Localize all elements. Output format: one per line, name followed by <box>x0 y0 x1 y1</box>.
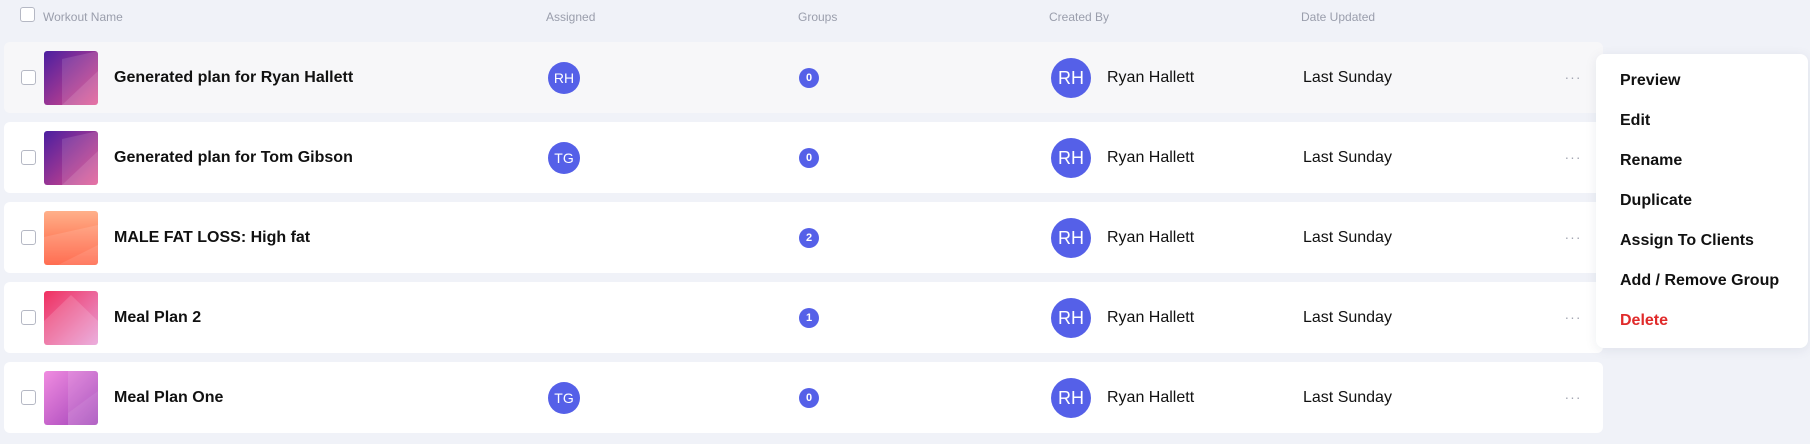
groups-count-badge: 0 <box>799 388 819 408</box>
more-options-icon[interactable]: ··· <box>1560 386 1586 408</box>
workout-name[interactable]: Generated plan for Ryan Hallett <box>114 69 353 87</box>
workout-name[interactable]: Meal Plan One <box>114 389 223 407</box>
table-row[interactable]: Meal Plan 2 1 RH Ryan Hallett Last Sunda… <box>4 282 1603 353</box>
groups-count-badge: 1 <box>799 308 819 328</box>
creator-avatar: RH <box>1051 378 1091 418</box>
date-updated: Last Sunday <box>1303 229 1392 246</box>
row-checkbox[interactable] <box>21 230 36 245</box>
table-header: Workout Name Assigned Groups Created By … <box>0 0 1810 30</box>
row-checkbox[interactable] <box>21 70 36 85</box>
date-updated: Last Sunday <box>1303 69 1392 86</box>
menu-item-assign-to-clients[interactable]: Assign To Clients <box>1620 232 1754 250</box>
table-row[interactable]: MALE FAT LOSS: High fat 2 RH Ryan Hallet… <box>4 202 1603 273</box>
creator-name: Ryan Hallett <box>1107 229 1195 246</box>
workout-name[interactable]: Meal Plan 2 <box>114 309 201 327</box>
more-options-icon[interactable]: ··· <box>1560 146 1586 168</box>
assigned-avatar[interactable]: TG <box>548 142 580 174</box>
row-actions-menu: Preview Edit Rename Duplicate Assign To … <box>1596 54 1808 348</box>
column-header-groups[interactable]: Groups <box>798 10 837 24</box>
creator-name: Ryan Hallett <box>1107 149 1195 166</box>
creator-name: Ryan Hallett <box>1107 389 1195 406</box>
workout-name[interactable]: Generated plan for Tom Gibson <box>114 149 353 167</box>
column-header-workout-name[interactable]: Workout Name <box>43 10 123 24</box>
creator-avatar: RH <box>1051 58 1091 98</box>
column-header-assigned[interactable]: Assigned <box>546 10 595 24</box>
workout-thumbnail <box>44 211 98 265</box>
creator-name: Ryan Hallett <box>1107 69 1195 86</box>
column-header-date-updated[interactable]: Date Updated <box>1301 10 1375 24</box>
creator-avatar: RH <box>1051 298 1091 338</box>
row-checkbox[interactable] <box>21 310 36 325</box>
workout-thumbnail <box>44 291 98 345</box>
menu-item-rename[interactable]: Rename <box>1620 152 1682 170</box>
groups-count-badge: 0 <box>799 148 819 168</box>
menu-item-edit[interactable]: Edit <box>1620 112 1650 130</box>
table-row[interactable]: Meal Plan One TG 0 RH Ryan Hallett Last … <box>4 362 1603 433</box>
date-updated: Last Sunday <box>1303 309 1392 326</box>
assigned-avatar[interactable]: TG <box>548 382 580 414</box>
more-options-icon[interactable]: ··· <box>1560 66 1586 88</box>
more-options-icon[interactable]: ··· <box>1560 306 1586 328</box>
workout-thumbnail <box>44 131 98 185</box>
assigned-avatar[interactable]: RH <box>548 62 580 94</box>
column-header-created-by[interactable]: Created By <box>1049 10 1109 24</box>
workout-list-page: Workout Name Assigned Groups Created By … <box>0 0 1810 444</box>
more-options-icon[interactable]: ··· <box>1560 226 1586 248</box>
menu-item-delete[interactable]: Delete <box>1620 312 1668 330</box>
creator-avatar: RH <box>1051 138 1091 178</box>
table-row[interactable]: Generated plan for Tom Gibson TG 0 RH Ry… <box>4 122 1603 193</box>
menu-item-preview[interactable]: Preview <box>1620 72 1680 90</box>
creator-name: Ryan Hallett <box>1107 309 1195 326</box>
menu-item-duplicate[interactable]: Duplicate <box>1620 192 1692 210</box>
table-row[interactable]: Generated plan for Ryan Hallett RH 0 RH … <box>4 42 1603 113</box>
row-checkbox[interactable] <box>21 390 36 405</box>
groups-count-badge: 0 <box>799 68 819 88</box>
creator-avatar: RH <box>1051 218 1091 258</box>
groups-count-badge: 2 <box>799 228 819 248</box>
menu-item-add-remove-group[interactable]: Add / Remove Group <box>1620 272 1779 290</box>
select-all-checkbox[interactable] <box>20 7 35 22</box>
workout-thumbnail <box>44 371 98 425</box>
row-checkbox[interactable] <box>21 150 36 165</box>
date-updated: Last Sunday <box>1303 149 1392 166</box>
date-updated: Last Sunday <box>1303 389 1392 406</box>
workout-thumbnail <box>44 51 98 105</box>
workout-name[interactable]: MALE FAT LOSS: High fat <box>114 229 310 247</box>
